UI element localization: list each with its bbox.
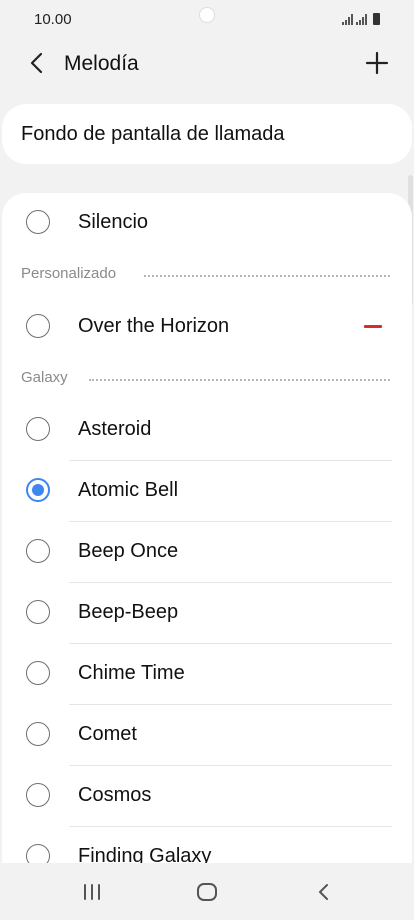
ringtone-label: Finding Galaxy — [78, 845, 212, 863]
ringtone-label: Over the Horizon — [78, 315, 230, 337]
radio-button[interactable] — [26, 539, 50, 563]
status-time: 10.00 — [34, 11, 72, 28]
ringtone-label: Asteroid — [78, 418, 152, 440]
app-header: Melodía — [0, 38, 414, 90]
ringtone-label: Atomic Bell — [78, 479, 179, 501]
ringtone-target-card[interactable]: Fondo de pantalla de llamada — [2, 104, 412, 164]
section-header-personalizado: Personalizado — [2, 259, 412, 289]
ringtone-label: Chime Time — [78, 662, 185, 684]
ringtone-item-silencio[interactable]: Silencio — [2, 193, 412, 254]
recent-apps-icon — [84, 884, 100, 900]
signal-icon — [342, 13, 353, 25]
home-button[interactable] — [192, 879, 222, 905]
section-divider — [89, 379, 390, 381]
minus-icon[interactable] — [364, 325, 382, 328]
radio-button-selected[interactable] — [26, 478, 50, 502]
back-button[interactable] — [22, 46, 50, 80]
ringtone-item-comet[interactable]: Comet — [2, 705, 412, 766]
ringtone-item-finding-galaxy[interactable]: Finding Galaxy — [2, 827, 412, 863]
ringtone-label: Comet — [78, 723, 137, 745]
ringtone-item-asteroid[interactable]: Asteroid — [2, 400, 412, 461]
ringtone-item-chime-time[interactable]: Chime Time — [2, 644, 412, 705]
add-button[interactable] — [362, 48, 392, 78]
ringtone-item-atomic-bell[interactable]: Atomic Bell — [2, 461, 412, 522]
ringtone-item-over-the-horizon[interactable]: Over the Horizon — [2, 297, 412, 358]
radio-button[interactable] — [26, 600, 50, 624]
section-divider — [144, 275, 390, 277]
ringtone-item-beep-once[interactable]: Beep Once — [2, 522, 412, 583]
signal-icon — [356, 13, 367, 25]
navigation-bar — [0, 863, 414, 920]
radio-button[interactable] — [26, 661, 50, 685]
screen: 10.00 Melodía Fondo de pantalla de llama… — [0, 0, 414, 920]
radio-button[interactable] — [26, 844, 50, 863]
section-label: Personalizado — [21, 265, 117, 282]
ringtone-target-label: Fondo de pantalla de llamada — [21, 123, 285, 145]
battery-icon — [373, 13, 380, 25]
radio-button[interactable] — [26, 722, 50, 746]
radio-button[interactable] — [26, 314, 50, 338]
radio-button[interactable] — [26, 210, 50, 234]
camera-cutout — [199, 7, 215, 23]
ringtone-label: Beep Once — [78, 540, 179, 562]
status-bar: 10.00 — [0, 0, 414, 38]
ringtone-item-beep-beep[interactable]: Beep-Beep — [2, 583, 412, 644]
nav-back-button[interactable] — [308, 879, 338, 905]
page-title: Melodía — [64, 52, 139, 75]
home-icon — [197, 883, 217, 901]
system-icons — [342, 11, 380, 25]
back-icon — [319, 884, 328, 900]
ringtone-list: Silencio Personalizado Over the Horizon … — [2, 193, 412, 863]
radio-button[interactable] — [26, 417, 50, 441]
ringtone-label: Beep-Beep — [78, 601, 179, 623]
plus-icon — [365, 51, 389, 75]
radio-button[interactable] — [26, 783, 50, 807]
chevron-left-icon — [30, 52, 43, 74]
ringtone-item-cosmos[interactable]: Cosmos — [2, 766, 412, 827]
section-header-galaxy: Galaxy — [2, 363, 412, 393]
ringtone-label: Silencio — [78, 211, 149, 233]
recent-apps-button[interactable] — [77, 879, 107, 905]
section-label: Galaxy — [21, 369, 68, 386]
ringtone-label: Cosmos — [78, 784, 152, 806]
